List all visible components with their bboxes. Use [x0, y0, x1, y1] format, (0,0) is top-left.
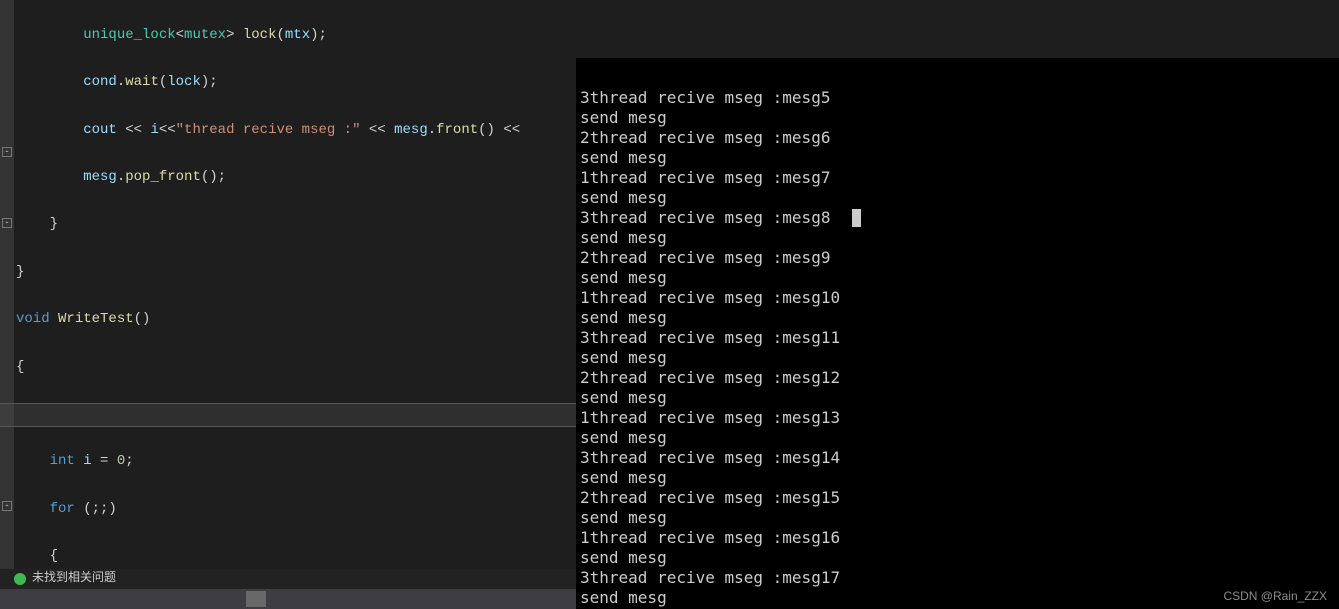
status-text: 未找到相关问题: [32, 567, 116, 591]
console-line: send mesg: [580, 308, 861, 328]
watermark: CSDN @Rain_ZZX: [1223, 589, 1327, 603]
console-line: 2thread recive mseg :mesg12: [580, 368, 861, 388]
console-line: 1thread recive mseg :mesg13: [580, 408, 861, 428]
console-line: send mesg: [580, 188, 861, 208]
console-line: 1thread recive mseg :mesg7: [580, 168, 861, 188]
console-line: 2thread recive mseg :mesg15: [580, 488, 861, 508]
fold-toggle[interactable]: -: [2, 218, 12, 228]
console-line: send mesg: [580, 548, 861, 568]
console-line: 3thread recive mseg :mesg14: [580, 448, 861, 468]
console-output[interactable]: 3thread recive mseg :mesg5send mesg2thre…: [576, 88, 865, 608]
console-line: 2thread recive mseg :mesg6: [580, 128, 861, 148]
fold-toggle[interactable]: -: [2, 501, 12, 511]
fold-toggle[interactable]: -: [2, 147, 12, 157]
console-line: send mesg: [580, 428, 861, 448]
console-line: send mesg: [580, 388, 861, 408]
scroll-thumb[interactable]: [246, 591, 266, 607]
horizontal-scrollbar[interactable]: [0, 589, 576, 609]
console-line: 3thread recive mseg :mesg17: [580, 568, 861, 588]
console-line: 3thread recive mseg :mesg8: [580, 208, 861, 228]
status-ok-icon: [14, 573, 26, 585]
status-bar: 未找到相关问题: [0, 569, 576, 589]
console-line: send mesg: [580, 348, 861, 368]
editor-gutter: - - -: [0, 0, 14, 609]
console-line: send mesg: [580, 228, 861, 248]
console-line: 1thread recive mseg :mesg16: [580, 528, 861, 548]
console-line: send mesg: [580, 468, 861, 488]
console-line: send mesg: [580, 268, 861, 288]
console-cursor: [852, 209, 861, 227]
code-editor[interactable]: - - - unique_lock<mutex> lock(mtx); cond…: [0, 0, 576, 609]
console-line: send mesg: [580, 588, 861, 608]
console-line: send mesg: [580, 148, 861, 168]
console-line: 1thread recive mseg :mesg10: [580, 288, 861, 308]
console-line: send mesg: [580, 108, 861, 128]
console-line: 3thread recive mseg :mesg11: [580, 328, 861, 348]
console-window[interactable]: 3thread recive mseg :mesg5send mesg2thre…: [576, 58, 1339, 609]
console-line: 3thread recive mseg :mesg5: [580, 88, 861, 108]
console-line: send mesg: [580, 508, 861, 528]
code-content[interactable]: unique_lock<mutex> lock(mtx); cond.wait(…: [16, 0, 520, 609]
console-line: 2thread recive mseg :mesg9: [580, 248, 861, 268]
